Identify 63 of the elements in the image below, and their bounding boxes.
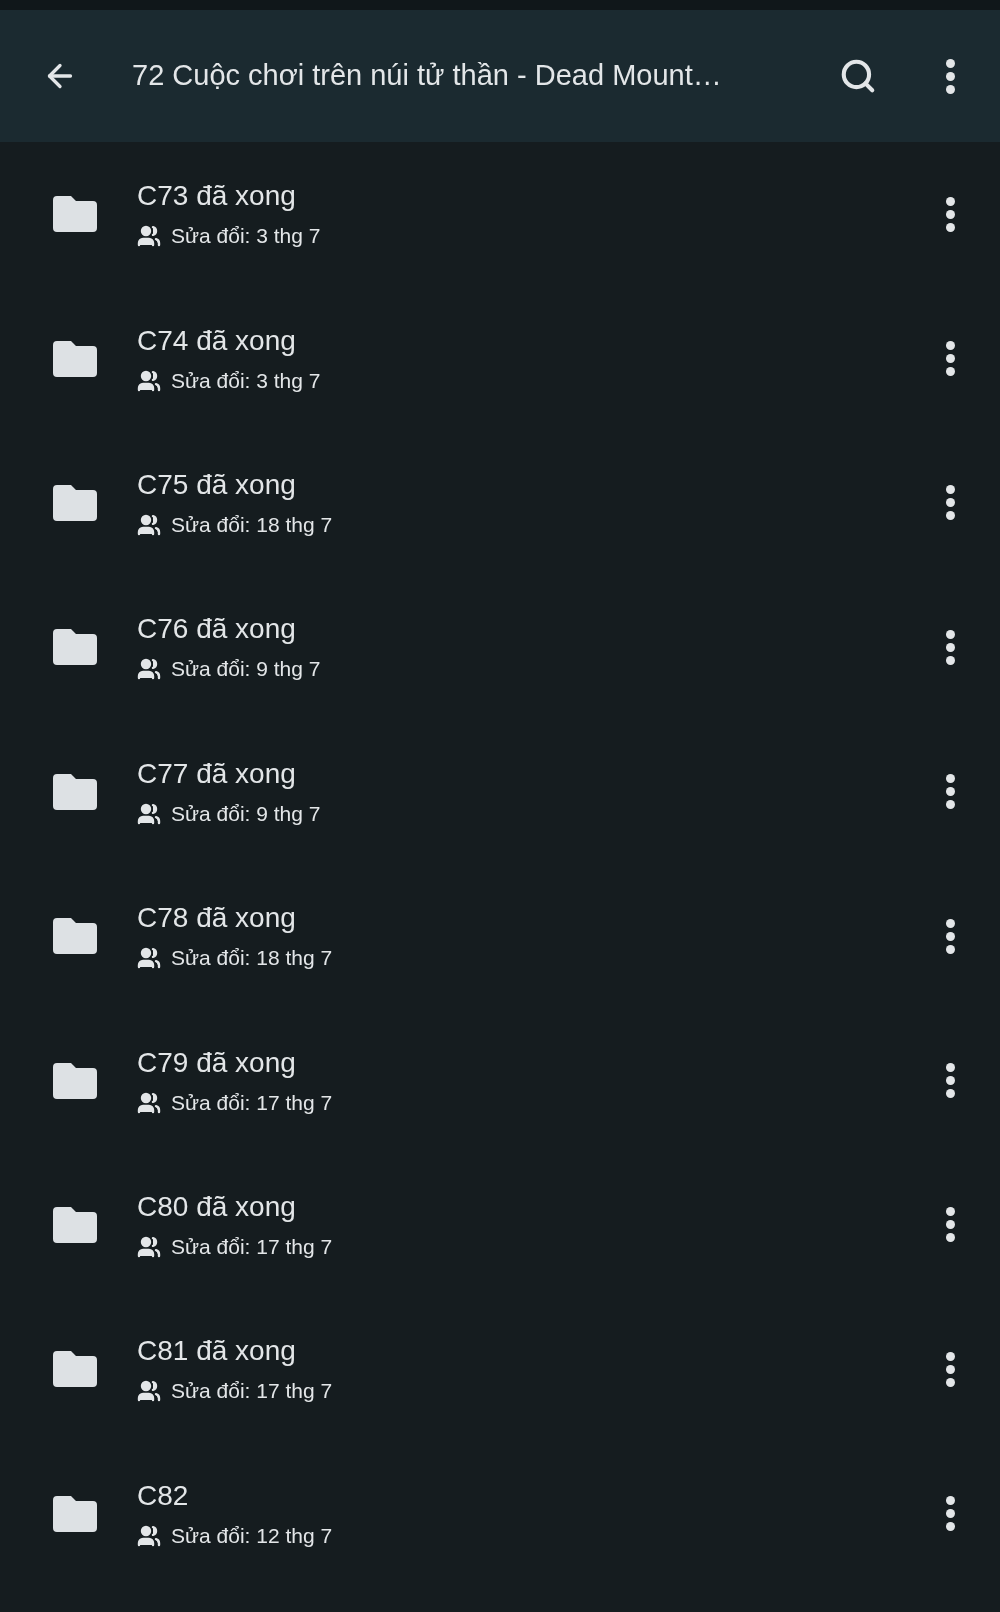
folder-icon <box>53 1495 97 1532</box>
folder-row[interactable]: C74 đã xong Sửa đổi: 3 thg 7 <box>0 286 1000 431</box>
more-options-icon <box>945 918 955 954</box>
folder-row[interactable]: C75 đã xong Sửa đổi: 18 thg 7 <box>0 430 1000 576</box>
folder-name: C74 đã xong <box>137 323 297 358</box>
modified-date: Sửa đổi: 3 thg 7 <box>171 223 321 250</box>
folder-row[interactable]: C78 đã xong Sửa đổi: 18 thg 7 <box>0 863 1000 1009</box>
folder-icon <box>53 773 97 810</box>
shared-people-icon <box>137 801 161 826</box>
shared-people-icon <box>137 1379 161 1404</box>
folder-row[interactable]: C73 đã xong Sửa đổi: 3 thg 7 <box>0 142 1000 287</box>
modified-date: Sửa đổi: 9 thg 7 <box>171 656 321 683</box>
folder-title: 72 Cuộc chơi trên núi tử thần - Dead Mount… <box>132 58 722 94</box>
folder-row[interactable]: C81 đã xong Sửa đổi: 17 thg 7 <box>0 1297 1000 1442</box>
folder-name: C76 đã xong <box>137 612 297 647</box>
modified-date: Sửa đổi: 3 thg 7 <box>171 367 321 394</box>
folder-name: C82 <box>137 1478 190 1513</box>
more-options-icon <box>945 774 955 810</box>
modified-date: Sửa đổi: 17 thg 7 <box>171 1089 333 1116</box>
shared-people-icon <box>137 512 161 537</box>
folder-name: C80 đã xong <box>137 1189 297 1224</box>
folder-row[interactable]: C80 đã xong Sửa đổi: 17 thg 7 <box>0 1152 1000 1298</box>
folder-row[interactable]: C76 đã xong Sửa đổi: 9 thg 7 <box>0 575 1000 720</box>
folder-name: C73 đã xong <box>137 179 297 214</box>
more-options-icon <box>945 1063 955 1099</box>
modified-date: Sửa đổi: 18 thg 7 <box>171 945 333 972</box>
folder-row[interactable]: C77 đã xong Sửa đổi: 9 thg 7 <box>0 719 1000 864</box>
more-options-icon <box>945 629 955 665</box>
shared-people-icon <box>137 1234 161 1259</box>
folder-name: C81 đã xong <box>137 1334 297 1369</box>
folder-name: C75 đã xong <box>137 467 297 502</box>
folder-icon <box>53 484 97 521</box>
search-icon <box>839 57 877 95</box>
folder-name: C79 đã xong <box>137 1045 297 1080</box>
shared-people-icon <box>137 946 161 971</box>
shared-people-icon <box>137 657 161 682</box>
folder-name: C78 đã xong <box>137 901 297 936</box>
folder-name: C77 đã xong <box>137 756 297 791</box>
folder-row[interactable]: C82 Sửa đổi: 12 thg 7 <box>0 1441 1000 1586</box>
modified-date: Sửa đổi: 12 thg 7 <box>171 1522 333 1549</box>
folder-icon <box>53 1351 97 1388</box>
folder-icon <box>53 196 97 233</box>
modified-date: Sửa đổi: 17 thg 7 <box>171 1378 333 1405</box>
shared-people-icon <box>137 224 161 249</box>
modified-date: Sửa đổi: 9 thg 7 <box>171 800 321 827</box>
more-options-icon <box>945 196 955 232</box>
folder-icon <box>53 1206 97 1243</box>
folder-icon <box>53 1062 97 1099</box>
more-options-icon <box>945 341 955 377</box>
more-options-icon <box>945 1351 955 1387</box>
modified-date: Sửa đổi: 18 thg 7 <box>171 511 333 538</box>
more-options-icon <box>945 58 955 94</box>
shared-people-icon <box>137 1090 161 1115</box>
folder-row[interactable]: C79 đã xong Sửa đổi: 17 thg 7 <box>0 1008 1000 1153</box>
more-options-icon <box>945 485 955 521</box>
folder-icon <box>53 629 97 666</box>
modified-date: Sửa đổi: 17 thg 7 <box>171 1233 333 1260</box>
shared-people-icon <box>137 368 161 393</box>
shared-people-icon <box>137 1523 161 1548</box>
more-options-icon <box>945 1496 955 1532</box>
folder-icon <box>53 340 97 377</box>
more-options-icon <box>945 1207 955 1243</box>
folder-icon <box>53 918 97 955</box>
